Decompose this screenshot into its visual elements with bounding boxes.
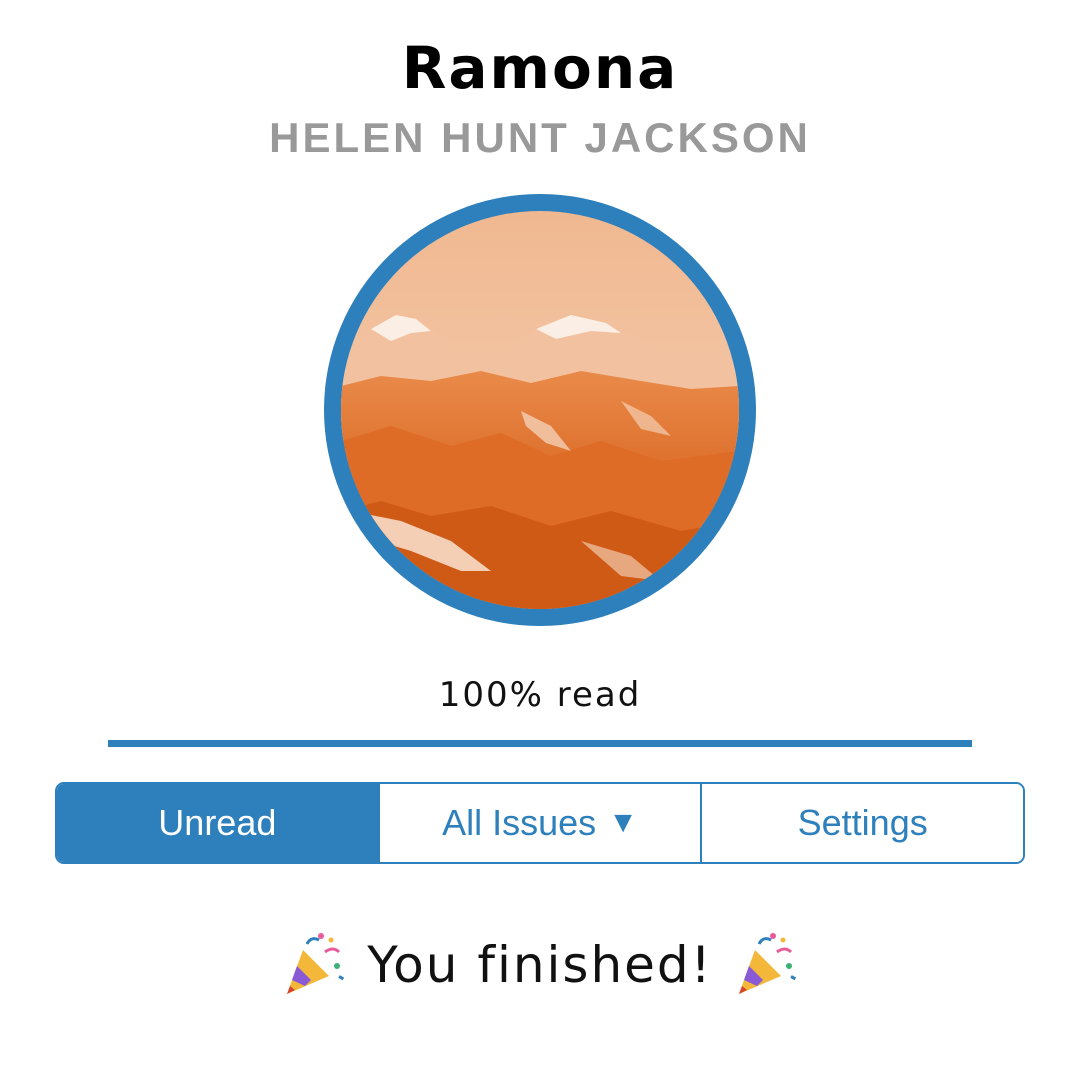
progress-label: 100% read (438, 675, 642, 715)
progress-bar-fill (108, 740, 972, 747)
tab-unread-label: Unread (158, 802, 277, 843)
party-popper-icon (738, 933, 796, 994)
cover-image-ring[interactable] (324, 194, 756, 626)
caret-down-icon: ▼ (608, 806, 638, 839)
progress-bar (108, 740, 972, 747)
book-author: HELEN HUNT JACKSON (269, 114, 811, 161)
tab-settings[interactable]: Settings (700, 784, 1023, 862)
tab-settings-label: Settings (797, 802, 928, 843)
tab-unread[interactable]: Unread (57, 784, 378, 862)
cover-image (341, 211, 739, 609)
completion-text: You finished! (367, 936, 713, 994)
tab-all-issues-label: All Issues (442, 802, 597, 843)
completion-message: You finished! (0, 930, 1080, 1000)
view-segmented-control: Unread All Issues ▼ Settings (55, 782, 1025, 864)
book-title: Ramona (401, 34, 679, 102)
party-popper-icon (287, 933, 345, 994)
tab-all-issues[interactable]: All Issues ▼ (377, 784, 701, 862)
